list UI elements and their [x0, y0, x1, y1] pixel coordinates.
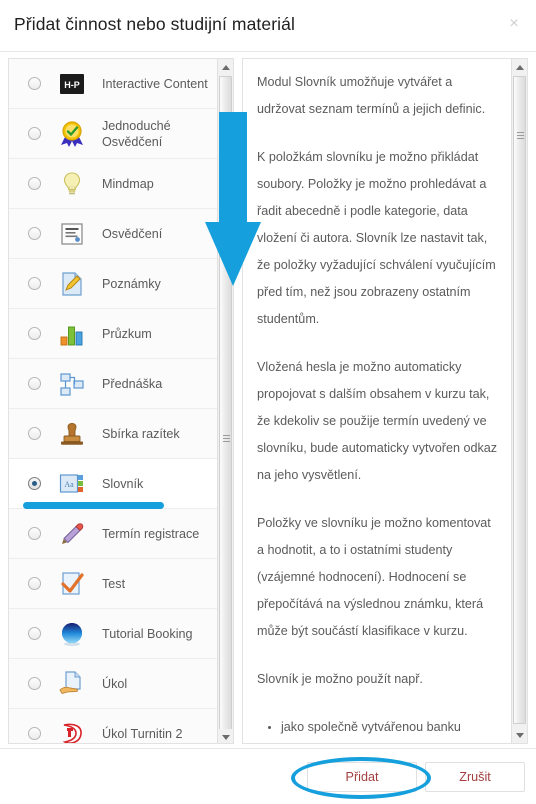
scroll-down-icon[interactable] — [218, 729, 233, 743]
radio-button[interactable] — [28, 277, 41, 290]
desc-scroll-thumb[interactable] — [513, 76, 526, 724]
svg-text:Aa: Aa — [64, 480, 74, 489]
description-paragraph: Slovník je možno použít např. — [257, 672, 423, 686]
scroll-up-icon[interactable] — [218, 59, 233, 75]
activity-description-panel: Modul Slovník umožňuje vytvářet a udržov… — [242, 58, 528, 744]
dialog-footer: Přidat Zrušit — [0, 748, 536, 804]
activity-option-test[interactable]: Test — [9, 559, 219, 609]
h5p-icon: H-P — [58, 70, 86, 98]
activity-option-jednoduch-osv-d-en[interactable]: Jednoduché Osvědčení — [9, 109, 219, 159]
lightbulb-icon — [58, 170, 86, 198]
left-scroll-thumb[interactable] — [219, 76, 232, 739]
activity-option-list: H-P Interactive Content Jednoduché Osvědče… — [9, 59, 219, 743]
assignment-hand-icon — [58, 670, 86, 698]
turnitin-icon — [58, 720, 86, 743]
activity-option-label: Interactive Content — [102, 76, 208, 91]
desc-scroll-down-icon[interactable] — [512, 727, 527, 743]
radio-button[interactable] — [28, 177, 41, 190]
page-title: Přidat činnost nebo studijní materiál — [14, 14, 295, 34]
activity-option-label: Poznámky — [102, 276, 161, 291]
description-scrollbar[interactable] — [511, 59, 527, 743]
activity-option-label: Jednoduché Osvědčení — [102, 118, 171, 149]
activity-option-label: Průzkum — [102, 326, 152, 341]
radio-button[interactable] — [28, 77, 41, 90]
activity-option-pozn-mky[interactable]: Poznámky — [9, 259, 219, 309]
radio-button[interactable] — [28, 477, 41, 490]
desc-scroll-up-icon[interactable] — [512, 59, 527, 75]
glossary-aa-icon: Aa — [58, 470, 86, 498]
description-bullet-item: jako společně vytvářenou banku klíčových… — [281, 714, 498, 743]
activity-option-pr-zkum[interactable]: Průzkum — [9, 309, 219, 359]
svg-text:H-P: H-P — [64, 80, 80, 90]
activity-option-osv-d-en[interactable]: Osvědčení — [9, 209, 219, 259]
activity-option-label: Sbírka razítek — [102, 426, 180, 441]
radio-button[interactable] — [28, 427, 41, 440]
close-icon[interactable]: × — [504, 14, 524, 34]
radio-button[interactable] — [28, 727, 41, 740]
radio-button[interactable] — [28, 577, 41, 590]
activity-option-label: Přednáška — [102, 376, 163, 391]
activity-option-term-n-registrace[interactable]: Termín registrace — [9, 509, 219, 559]
radio-button[interactable] — [28, 327, 41, 340]
radio-button[interactable] — [28, 677, 41, 690]
blue-sphere-icon — [58, 620, 86, 648]
description-text: Modul Slovník umožňuje vytvářet a udržov… — [257, 69, 498, 743]
activity-option-interactive-content[interactable]: H-P Interactive Content — [9, 59, 219, 109]
activity-option-label: Test — [102, 576, 126, 591]
submit-button[interactable]: Přidat — [307, 762, 417, 792]
activity-option-label: Termín registrace — [102, 526, 200, 541]
quiz-checkmark-icon — [58, 570, 86, 598]
dialog-body: H-P Interactive Content Jednoduché Osvědče… — [0, 52, 536, 748]
description-paragraph: Modul Slovník umožňuje vytvářet a udržov… — [257, 75, 486, 116]
pencil-icon — [58, 520, 86, 548]
activity-option-label: Slovník — [102, 476, 144, 491]
note-pencil-icon — [58, 270, 86, 298]
activity-chooser-list-panel: H-P Interactive Content Jednoduché Osvědče… — [8, 58, 234, 744]
cancel-button[interactable]: Zrušit — [425, 762, 525, 792]
description-paragraph: Vložená hesla je možno automaticky propo… — [257, 360, 498, 482]
activity-option-kol-turnitin-2[interactable]: Úkol Turnitin 2 — [9, 709, 219, 743]
description-paragraph: K položkám slovníku je možno přikládat s… — [257, 150, 496, 326]
activity-option-label: Osvědčení — [102, 226, 163, 241]
activity-option-tutorial-booking[interactable]: Tutorial Booking — [9, 609, 219, 659]
flowchart-icon — [58, 370, 86, 398]
activity-option-label: Úkol — [102, 676, 128, 691]
activity-option-slovn-k[interactable]: Aa Slovník — [9, 459, 219, 509]
activity-option-label: Tutorial Booking — [102, 626, 193, 641]
bar-chart-icon — [58, 320, 86, 348]
rubber-stamp-icon — [58, 420, 86, 448]
radio-button[interactable] — [28, 627, 41, 640]
description-bullet-list: jako společně vytvářenou banku klíčových… — [257, 714, 498, 743]
description-scrollport: Modul Slovník umožňuje vytvářet a udržov… — [243, 59, 512, 743]
radio-button[interactable] — [28, 527, 41, 540]
activity-option-label: Mindmap — [102, 176, 154, 191]
left-list-scrollbar[interactable] — [217, 59, 233, 743]
activity-option-mindmap[interactable]: Mindmap — [9, 159, 219, 209]
radio-button[interactable] — [28, 227, 41, 240]
radio-button[interactable] — [28, 127, 41, 140]
certificate-badge-icon — [58, 120, 86, 148]
activity-option-sb-rka-raz-tek[interactable]: Sbírka razítek — [9, 409, 219, 459]
add-activity-dialog: Přidat činnost nebo studijní materiál × … — [0, 0, 536, 804]
activity-option-p-edn-ka[interactable]: Přednáška — [9, 359, 219, 409]
dialog-header: Přidat činnost nebo studijní materiál × — [0, 0, 536, 52]
radio-button[interactable] — [28, 377, 41, 390]
certificate-document-icon — [58, 220, 86, 248]
activity-option-label: Úkol Turnitin 2 — [102, 726, 183, 741]
description-paragraph: Položky ve slovníku je možno komentovat … — [257, 516, 491, 638]
activity-option-kol[interactable]: Úkol — [9, 659, 219, 709]
